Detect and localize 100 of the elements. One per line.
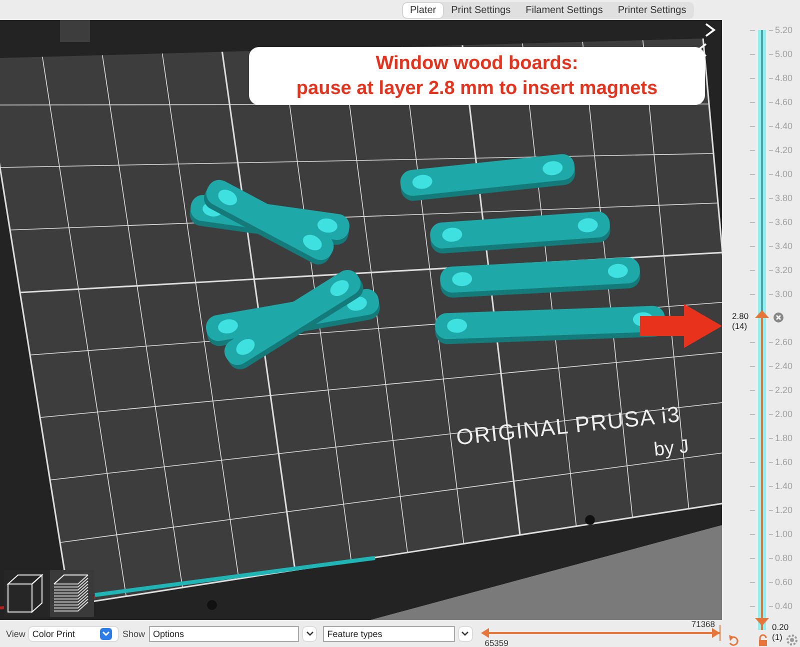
tick-mark xyxy=(750,102,755,103)
layers-view-button[interactable] xyxy=(50,570,94,617)
move-value: 65359 xyxy=(484,638,508,647)
tick-label: 2.60 xyxy=(775,337,793,347)
feature-types-field[interactable]: Feature types xyxy=(323,626,455,642)
tick-label: 3.60 xyxy=(775,217,793,227)
tick-label: 2.00 xyxy=(775,409,793,419)
tick-mark xyxy=(750,270,755,271)
layers-icon[interactable] xyxy=(54,574,88,612)
lower-thumb[interactable] xyxy=(755,618,769,626)
tick-mark xyxy=(750,174,755,175)
tick-label: 0.40 xyxy=(775,601,793,611)
tick-mark xyxy=(769,510,773,511)
tick-mark xyxy=(769,342,773,343)
tick-mark xyxy=(750,198,755,199)
tick-mark xyxy=(750,414,755,415)
tick-label: 4.00 xyxy=(775,169,793,179)
tick-mark xyxy=(750,150,755,151)
start-thumb[interactable] xyxy=(480,628,489,638)
tick-mark xyxy=(750,126,755,127)
tick-label: 4.40 xyxy=(775,121,793,131)
tick-label: 3.20 xyxy=(775,265,793,275)
tick-mark xyxy=(750,222,755,223)
tick-mark xyxy=(769,582,773,583)
layer-number: (14) xyxy=(732,321,748,331)
chevron-icon xyxy=(102,630,110,636)
tick-mark xyxy=(769,366,773,367)
tick-label: 0.60 xyxy=(775,577,793,587)
show-label: Show xyxy=(122,628,145,638)
callout-text: Window wood boards: xyxy=(376,52,578,76)
tick-mark xyxy=(769,198,773,199)
layer-value: 0.20 xyxy=(772,622,789,632)
tick-mark xyxy=(769,486,773,487)
tick-mark xyxy=(769,558,773,559)
tick-mark xyxy=(750,606,755,607)
tick-label: 2.40 xyxy=(775,361,793,371)
tick-mark xyxy=(750,294,755,295)
tick-mark xyxy=(769,390,773,391)
dropdown-button[interactable] xyxy=(303,626,316,640)
tick-mark xyxy=(769,462,773,463)
tick-mark xyxy=(750,78,755,79)
tab[interactable]: Print Settings xyxy=(444,2,518,18)
tick-mark xyxy=(750,462,755,463)
tick-label: 1.80 xyxy=(775,433,793,443)
tick-mark xyxy=(769,246,773,247)
layer-slider-track[interactable] xyxy=(758,30,766,630)
tick-mark xyxy=(769,294,773,295)
tick-label: 4.60 xyxy=(775,97,793,107)
tick-label: 1.40 xyxy=(775,481,793,491)
tick-mark xyxy=(769,414,773,415)
tick-label: 3.40 xyxy=(775,241,793,251)
tick-mark xyxy=(769,270,773,271)
tick-mark xyxy=(750,534,755,535)
tick-mark xyxy=(769,126,773,127)
tick-mark xyxy=(769,174,773,175)
tick-label: 4.20 xyxy=(775,145,793,155)
move-value: 71368 xyxy=(691,619,716,629)
tick-mark xyxy=(750,390,755,391)
tick-label: 5.20 xyxy=(775,25,793,35)
tick-mark xyxy=(769,150,773,151)
callout-text: pause at layer 2.8 mm to insert magnets xyxy=(296,77,658,101)
undo-icon[interactable] xyxy=(728,634,740,646)
tick-mark xyxy=(769,30,773,31)
tick-label: 0.80 xyxy=(775,553,793,563)
tick-mark xyxy=(750,486,755,487)
tick-label: 3.80 xyxy=(775,193,793,203)
tick-mark xyxy=(750,342,755,343)
options-field[interactable]: Options xyxy=(148,626,300,642)
tick-label: 1.60 xyxy=(775,457,793,467)
tick-mark xyxy=(769,534,773,535)
layer-value: 2.80 xyxy=(732,311,749,321)
tick-mark xyxy=(750,582,755,583)
tab[interactable]: Printer Settings xyxy=(610,2,694,18)
tick-mark xyxy=(769,54,773,55)
close-icon[interactable] xyxy=(773,312,784,323)
chevron-icon xyxy=(306,630,314,636)
tick-label: 1.00 xyxy=(775,529,793,539)
lock-icon[interactable] xyxy=(757,634,769,646)
tick-mark xyxy=(769,102,773,103)
view-dropdown[interactable]: Color Print xyxy=(29,626,118,640)
tick-mark xyxy=(750,510,755,511)
tick-label: 5.00 xyxy=(775,49,793,59)
bed-logo-text: by J xyxy=(652,436,690,462)
tick-label: 1.20 xyxy=(775,505,793,515)
settings-icon[interactable] xyxy=(786,634,798,646)
tick-mark xyxy=(769,222,773,223)
tick-label: 4.80 xyxy=(775,73,793,83)
view-label: View xyxy=(6,628,26,638)
tab[interactable]: Plater xyxy=(403,2,444,18)
tick-mark xyxy=(750,366,755,367)
tick-mark xyxy=(769,78,773,79)
tab[interactable]: Filament Settings xyxy=(518,2,610,18)
tick-label: 2.20 xyxy=(775,385,793,395)
upper-thumb[interactable] xyxy=(755,310,769,318)
tick-mark xyxy=(750,558,755,559)
tick-mark xyxy=(769,606,773,607)
tick-mark xyxy=(750,246,755,247)
tick-mark xyxy=(750,30,755,31)
dropdown-button[interactable] xyxy=(458,626,472,640)
chevron-icon xyxy=(461,630,470,636)
